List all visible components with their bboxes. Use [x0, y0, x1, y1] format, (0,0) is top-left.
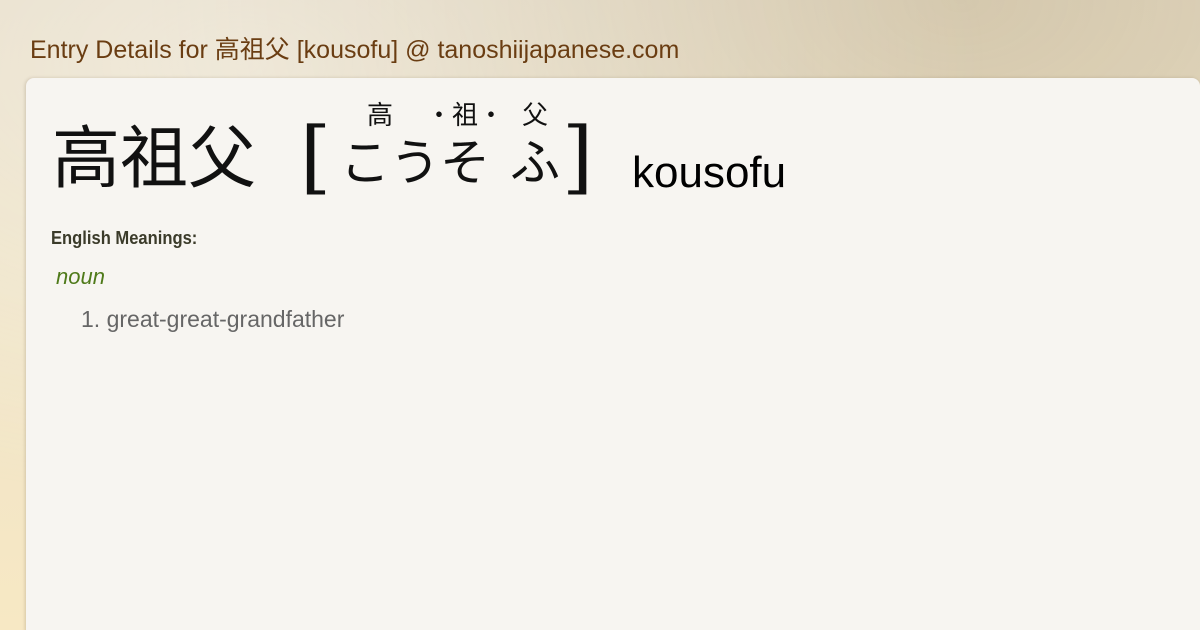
- part-of-speech: noun: [56, 264, 105, 289]
- ruby-kana: そ: [440, 134, 490, 192]
- term-row: 高祖父 [ 高 こう ・祖・ そ 父 ふ ] kousofu: [50, 101, 1170, 218]
- ruby-segment: ・祖・ そ: [420, 100, 510, 194]
- ruby-kanji: 高: [366, 101, 393, 131]
- ruby-kanji: 父: [521, 101, 548, 131]
- entry-card: 高祖父 [ 高 こう ・祖・ そ 父 ふ ] kousofu English M…: [26, 78, 1200, 630]
- ruby-kanji: ・祖・: [425, 101, 504, 131]
- ruby-kana: こう: [340, 134, 440, 192]
- meanings-heading: English Meanings:: [51, 228, 198, 248]
- entry-romaji: kousofu: [632, 148, 787, 197]
- meaning-item: 1. great-great-grandfather: [81, 306, 345, 332]
- page-title: Entry Details for 高祖父 [kousofu] @ tanosh…: [30, 36, 680, 64]
- ruby-segment: 高 こう: [340, 100, 440, 194]
- furigana-reading: 高 こう ・祖・ そ 父 ふ: [340, 100, 570, 210]
- reading-bracket-close: ]: [562, 110, 594, 203]
- ruby-kana: ふ: [510, 134, 560, 192]
- meaning-list: 1. great-great-grandfather: [81, 306, 344, 333]
- entry-kanji: 高祖父: [52, 120, 257, 199]
- ruby-segment: 父 ふ: [505, 100, 565, 194]
- reading-bracket-open: [: [300, 110, 332, 203]
